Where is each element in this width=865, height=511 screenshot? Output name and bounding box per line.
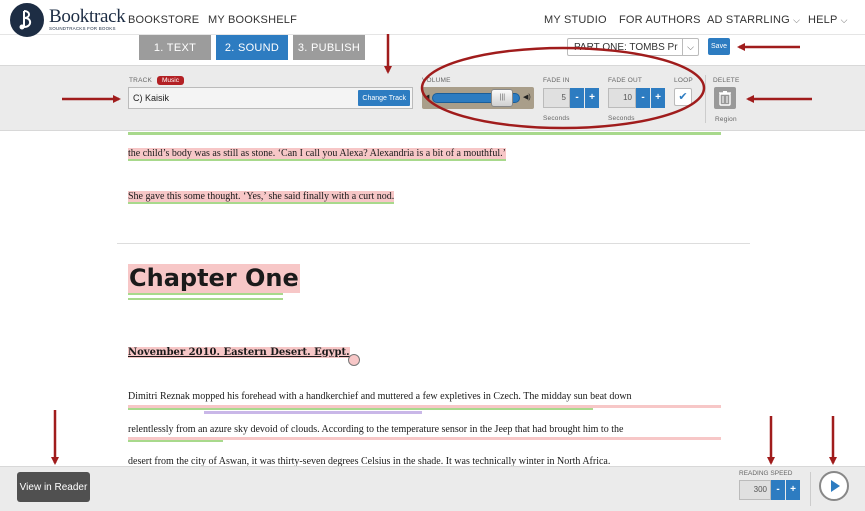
reading-speed-label: READING SPEED bbox=[739, 470, 793, 477]
fade-in-label: FADE IN bbox=[543, 77, 570, 84]
track-value: C) Kaisik bbox=[133, 93, 170, 103]
section-heading: November 2010. Eastern Desert. Egypt. bbox=[128, 347, 350, 358]
chevron-down-icon: ⌵ bbox=[840, 15, 848, 25]
region-underline bbox=[128, 440, 223, 442]
reading-speed-minus-button[interactable]: - bbox=[771, 480, 785, 500]
delete-label: DELETE bbox=[713, 77, 740, 84]
manuscript-line: the child’s body was as still as stone. … bbox=[128, 148, 506, 161]
track-label: TRACK bbox=[129, 77, 153, 84]
region-underline bbox=[128, 408, 593, 410]
tab-sound[interactable]: 2. SOUND bbox=[216, 35, 288, 60]
volume-high-icon: ◀) bbox=[523, 94, 531, 101]
chevron-down-icon: ⌵ bbox=[682, 39, 698, 55]
reading-speed-value[interactable]: 300 bbox=[739, 480, 771, 500]
reading-speed-plus-button[interactable]: + bbox=[786, 480, 800, 500]
nav-user-menu[interactable]: AD STARRLING ⌵ bbox=[707, 14, 800, 26]
fade-in-minus-button[interactable]: - bbox=[570, 88, 584, 108]
volume-slider[interactable]: ◀ ||| ◀) bbox=[422, 87, 534, 109]
manuscript-line: relentlessly from an azure sky devoid of… bbox=[128, 424, 623, 435]
volume-low-icon: ◀ bbox=[424, 94, 430, 101]
part-select-value: PART ONE: TOMBS Prolo bbox=[574, 42, 678, 53]
user-name: AD STARRLING bbox=[707, 14, 790, 26]
nav-for-authors[interactable]: FOR AUTHORS bbox=[619, 14, 701, 26]
bottom-bar bbox=[0, 466, 865, 511]
change-track-button[interactable]: Change Track bbox=[358, 90, 410, 106]
chapter-title: Chapter One bbox=[128, 264, 300, 293]
play-button[interactable] bbox=[819, 471, 849, 501]
logo-tagline: SOUNDTRACKS FOR BOOKS bbox=[49, 26, 116, 31]
play-icon bbox=[831, 480, 840, 492]
volume-label: VOLUME bbox=[422, 77, 451, 84]
fade-in-plus-button[interactable]: + bbox=[585, 88, 599, 108]
fade-out-plus-button[interactable]: + bbox=[651, 88, 665, 108]
bottom-divider bbox=[810, 472, 811, 506]
logo-mark-icon bbox=[10, 3, 44, 37]
region-underline bbox=[128, 132, 721, 135]
chapter-underline bbox=[128, 293, 283, 300]
toolbar-divider bbox=[705, 75, 706, 123]
line-text: relentlessly from an azure sky devoid of… bbox=[128, 424, 624, 435]
line-text: She gave this some thought. ‘Yes,’ she s… bbox=[128, 191, 395, 204]
nav-bookstore[interactable]: BOOKSTORE bbox=[128, 14, 199, 26]
manuscript-line: She gave this some thought. ‘Yes,’ she s… bbox=[128, 191, 395, 204]
fade-out-minus-button[interactable]: - bbox=[636, 88, 650, 108]
line-text: Dimitri Reznak mopped his forehead with … bbox=[128, 391, 632, 402]
fade-in-seconds-label: Seconds bbox=[543, 115, 570, 122]
chevron-down-icon: ⌵ bbox=[793, 15, 801, 25]
music-badge: Music bbox=[157, 76, 184, 85]
logo-name: Booktrack bbox=[49, 6, 126, 27]
trash-icon bbox=[719, 91, 731, 106]
volume-slider-handle[interactable]: ||| bbox=[491, 89, 514, 107]
sound-marker-handle[interactable] bbox=[348, 354, 360, 366]
fade-out-seconds-label: Seconds bbox=[608, 115, 635, 122]
manuscript-line: Dimitri Reznak mopped his forehead with … bbox=[128, 391, 632, 402]
top-nav: Booktrack SOUNDTRACKS FOR BOOKS BOOKSTOR… bbox=[0, 0, 865, 37]
part-select[interactable]: PART ONE: TOMBS Prolo ⌵ bbox=[567, 38, 699, 56]
nav-my-studio[interactable]: MY STUDIO bbox=[544, 14, 607, 26]
fade-out-value[interactable]: 10 bbox=[608, 88, 636, 108]
tab-text[interactable]: 1. TEXT bbox=[139, 35, 211, 60]
fade-out-label: FADE OUT bbox=[608, 77, 643, 84]
delete-region-button[interactable] bbox=[714, 87, 736, 109]
region-label: Region bbox=[715, 116, 737, 123]
nav-help[interactable]: HELP ⌵ bbox=[808, 14, 848, 26]
region-underline bbox=[204, 411, 422, 414]
tab-publish[interactable]: 3. PUBLISH bbox=[293, 35, 365, 60]
booktrack-logo[interactable]: Booktrack SOUNDTRACKS FOR BOOKS bbox=[10, 3, 126, 37]
checkmark-icon: ✔ bbox=[678, 91, 688, 103]
nav-my-bookshelf[interactable]: MY BOOKSHELF bbox=[208, 14, 297, 26]
help-label: HELP bbox=[808, 14, 838, 26]
fade-in-value[interactable]: 5 bbox=[543, 88, 570, 108]
loop-label: LOOP bbox=[674, 77, 693, 84]
chapter-divider bbox=[117, 243, 750, 244]
loop-checkbox[interactable]: ✔ bbox=[674, 88, 692, 106]
line-text: the child’s body was as still as stone. … bbox=[128, 148, 506, 161]
save-button[interactable]: Save bbox=[708, 38, 730, 55]
view-in-reader-button[interactable]: View in Reader bbox=[17, 472, 90, 502]
track-field[interactable]: C) Kaisik Change Track bbox=[128, 87, 413, 109]
